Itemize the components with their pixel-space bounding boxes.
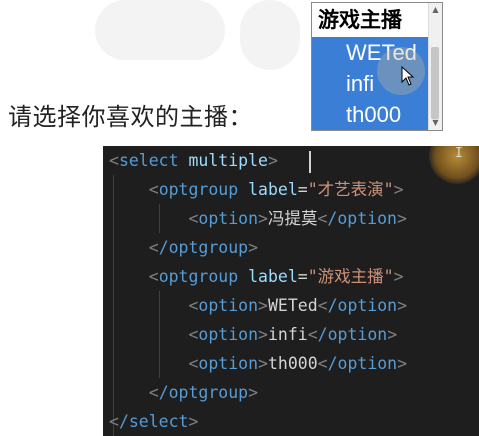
code-line: <optgroup label="才艺表演"> xyxy=(148,180,404,199)
attr-name: label xyxy=(248,267,298,286)
attr-value: "才艺表演" xyxy=(307,180,394,199)
optgroup-label: 游戏主播 xyxy=(312,3,442,37)
option-text: WETed xyxy=(267,296,318,315)
closing-tag: /optgroup xyxy=(158,238,249,257)
scroll-down-icon[interactable]: ▼ xyxy=(429,117,442,129)
code-line: </optgroup> xyxy=(148,238,259,257)
tag-name: option xyxy=(198,296,259,315)
prompt-label: 请选择你喜欢的主播： xyxy=(8,103,253,131)
closing-tag: /option xyxy=(327,296,398,315)
code-line: </select> xyxy=(109,412,199,431)
closing-tag: /option xyxy=(327,354,398,373)
code-line: </optgroup> xyxy=(148,383,259,402)
option-text: th000 xyxy=(267,354,318,373)
closing-tag: /optgroup xyxy=(158,383,249,402)
code-line: <optgroup label="游戏主播"> xyxy=(148,267,404,286)
option-list: WETed infi th000 xyxy=(312,37,442,130)
code-line: <option>th000</option> xyxy=(188,354,408,373)
tag-name: select xyxy=(118,151,179,170)
code-line: <option>冯提莫</option> xyxy=(188,209,407,228)
tag-name: optgroup xyxy=(158,180,239,199)
attr-name: label xyxy=(248,180,298,199)
attr-name: multiple xyxy=(188,151,268,170)
code-line: <option>infi</option> xyxy=(188,325,398,344)
closing-tag: /option xyxy=(317,325,388,344)
tag-name: option xyxy=(198,325,259,344)
tag-name: option xyxy=(198,354,259,373)
closing-tag: /option xyxy=(327,209,397,228)
closing-tag: /select xyxy=(118,412,189,431)
text-cursor-icon: I xyxy=(455,146,463,161)
cursor-glow xyxy=(429,146,479,184)
background-shape xyxy=(95,0,225,60)
code-line: <select multiple> xyxy=(109,151,278,170)
tag-name: option xyxy=(198,209,259,228)
background-shape xyxy=(240,0,300,70)
attr-value: "游戏主播" xyxy=(307,267,394,286)
select-scrollbar[interactable]: ▲ ▼ xyxy=(428,3,442,130)
scroll-thumb[interactable] xyxy=(431,47,439,119)
option-th000[interactable]: th000 xyxy=(312,99,428,130)
tag-name: optgroup xyxy=(158,267,239,286)
arrow-cursor-icon xyxy=(401,66,415,86)
scroll-up-icon[interactable]: ▲ xyxy=(429,4,442,16)
code-editor[interactable]: I <select multiple> <optgroup label="才艺表… xyxy=(103,146,479,436)
text-caret xyxy=(309,151,311,173)
code-line: <option>WETed</option> xyxy=(188,296,408,315)
option-text: infi xyxy=(267,325,308,344)
option-text: 冯提莫 xyxy=(267,209,318,228)
